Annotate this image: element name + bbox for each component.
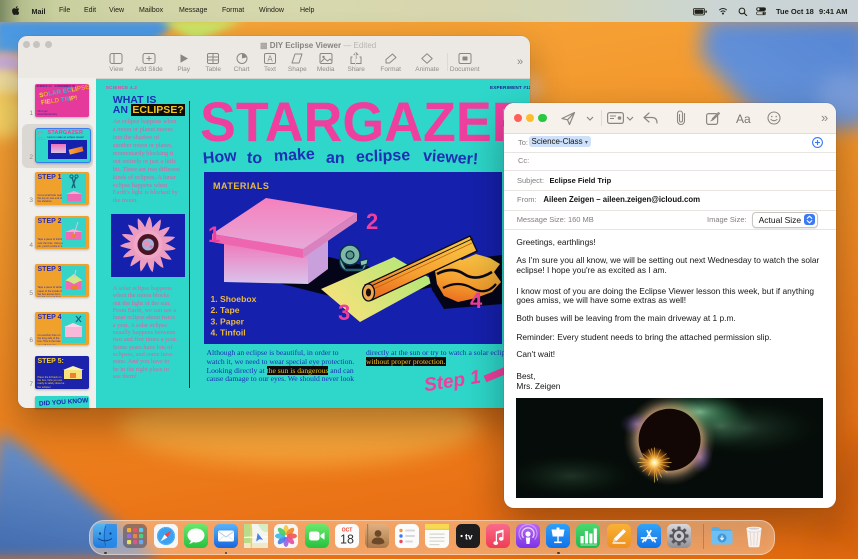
svg-text:3: 3	[338, 300, 350, 325]
svg-text:A: A	[267, 54, 273, 63]
svg-text:MATERIALS: MATERIALS	[213, 181, 269, 191]
svg-text:2. Tape: 2. Tape	[211, 305, 240, 315]
svg-text:tv: tv	[465, 532, 473, 542]
svg-text:4: 4	[470, 288, 483, 313]
svg-text:18: 18	[340, 533, 354, 547]
svg-text:1. Shoebox: 1. Shoebox	[211, 294, 257, 304]
svg-text:2: 2	[366, 209, 378, 234]
svg-text:1: 1	[208, 222, 220, 247]
svg-text:3. Paper: 3. Paper	[211, 317, 245, 327]
svg-text:4. Tinfoil: 4. Tinfoil	[211, 328, 246, 338]
